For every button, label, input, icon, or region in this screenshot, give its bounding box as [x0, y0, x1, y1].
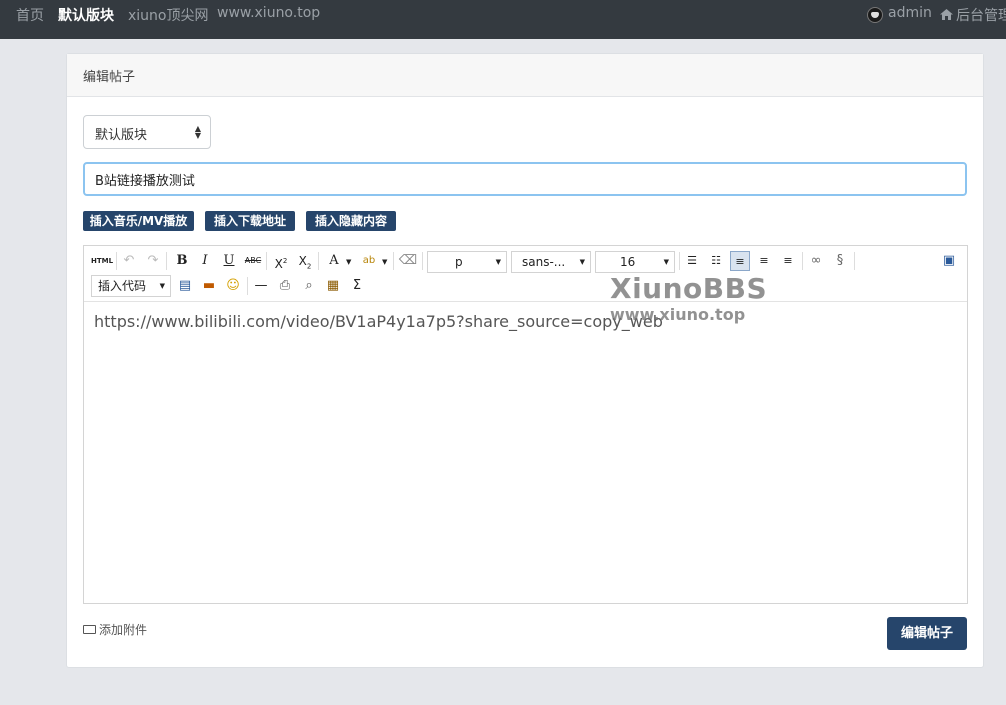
insert-hidden-button[interactable]: 插入隐藏内容 — [306, 211, 396, 231]
bold-icon[interactable]: B — [172, 251, 192, 271]
toolbar-separator — [116, 252, 117, 270]
toolbar-separator — [422, 252, 423, 270]
home-icon — [940, 8, 953, 24]
toolbar-separator — [247, 277, 248, 295]
chevron-down-icon: ▼ — [159, 282, 165, 290]
editor-content-area[interactable]: https://www.bilibili.com/video/BV1aP4y1a… — [84, 302, 967, 603]
toolbar-separator — [166, 252, 167, 270]
highlight-color-icon[interactable]: ab — [359, 251, 379, 271]
format-select[interactable]: p ▼ — [427, 251, 507, 273]
chevron-down-icon[interactable]: ▼ — [382, 258, 387, 266]
toolbar-separator — [393, 252, 394, 270]
top-navbar: 首页 默认版块 xiuno顶尖网 www.xiuno.top admin 后台管… — [0, 0, 1006, 39]
rich-text-editor: HTML ↶ ↷ B I U ABC X2 X2 A ▼ ab ▼ ⌫ p ▼ — [83, 245, 968, 604]
nav-site-link[interactable]: xiuno顶尖网 — [128, 5, 209, 25]
font-family-select[interactable]: sans-... ▼ — [511, 251, 591, 273]
nav-forum-link[interactable]: 默认版块 — [58, 5, 114, 25]
unlink-icon[interactable]: § — [830, 251, 850, 271]
toolbar-separator — [802, 252, 803, 270]
preview-icon[interactable]: ⌕ — [299, 276, 319, 296]
nav-url-link[interactable]: www.xiuno.top — [217, 5, 320, 21]
toolbar-separator — [854, 252, 855, 270]
card-header: 编辑帖子 — [67, 54, 983, 97]
link-icon[interactable]: ∞ — [806, 251, 826, 271]
underline-icon[interactable]: U — [219, 251, 239, 271]
editor-content: https://www.bilibili.com/video/BV1aP4y1a… — [94, 312, 663, 331]
insert-code-value: 插入代码 — [98, 279, 147, 293]
avatar — [867, 7, 883, 23]
paste-icon[interactable]: ▦ — [323, 276, 343, 296]
eraser-icon[interactable]: ⌫ — [398, 251, 418, 271]
video-icon[interactable]: ▤ — [175, 276, 195, 296]
page-title: 编辑帖子 — [83, 70, 136, 85]
nav-admin-link[interactable]: 后台管理 — [940, 5, 1006, 25]
redo-icon[interactable]: ↷ — [143, 251, 163, 271]
insert-music-button[interactable]: 插入音乐/MV播放 — [83, 211, 194, 231]
edit-post-card: 编辑帖子 默认版块 ▲▼ 插入音乐/MV播放 插入下载地址 插入隐藏内容 HTM… — [66, 53, 984, 668]
chevron-down-icon: ▼ — [579, 258, 585, 266]
forum-select-value: 默认版块 — [95, 128, 148, 143]
chevron-down-icon: ▼ — [495, 258, 501, 266]
toolbar-separator — [318, 252, 319, 270]
align-center-icon[interactable]: ≡ — [754, 251, 774, 271]
superscript-icon[interactable]: X2 — [271, 251, 291, 271]
toolbar-separator — [679, 252, 680, 270]
add-attachment-link[interactable]: 添加附件 — [83, 621, 147, 638]
add-attachment-label: 添加附件 — [99, 623, 148, 637]
image-icon[interactable]: ▬ — [199, 276, 219, 296]
emoticon-icon[interactable]: ☺ — [223, 276, 243, 296]
ordered-list-icon[interactable]: ☰ — [682, 251, 702, 271]
chevron-down-icon[interactable]: ▼ — [346, 258, 351, 266]
italic-icon[interactable]: I — [195, 251, 215, 271]
format-select-value: p — [455, 255, 463, 269]
font-color-icon[interactable]: A — [324, 251, 344, 271]
subject-input[interactable] — [83, 162, 967, 196]
watermark-url: www.xiuno.top — [610, 305, 746, 324]
folder-open-icon — [83, 625, 96, 634]
print-icon[interactable]: ⎙ — [275, 276, 295, 296]
strikethrough-icon[interactable]: ABC — [243, 251, 263, 271]
chevron-down-icon: ▼ — [663, 258, 669, 266]
toolbar-separator — [266, 252, 267, 270]
nav-username: admin — [888, 5, 932, 21]
align-left-icon[interactable]: ≡ — [730, 251, 750, 271]
editor-toolbar: HTML ↶ ↷ B I U ABC X2 X2 A ▼ ab ▼ ⌫ p ▼ — [84, 246, 967, 302]
fullscreen-icon[interactable]: ▣ — [939, 251, 959, 271]
watermark-logo: XiunoBBS — [610, 272, 768, 305]
align-right-icon[interactable]: ≡ — [778, 251, 798, 271]
nav-admin-label: 后台管理 — [956, 8, 1006, 24]
html-source-button[interactable]: HTML — [91, 251, 113, 271]
nav-home-link[interactable]: 首页 — [16, 5, 44, 25]
font-family-value: sans-... — [522, 255, 566, 269]
forum-select[interactable]: 默认版块 ▲ ▼ — [83, 115, 211, 149]
submit-edit-button[interactable]: 编辑帖子 — [887, 617, 967, 650]
unordered-list-icon[interactable]: ☷ — [706, 251, 726, 271]
font-size-select[interactable]: 16 ▼ — [595, 251, 675, 273]
horizontal-rule-icon[interactable]: — — [251, 276, 271, 296]
insert-code-select[interactable]: 插入代码 ▼ — [91, 275, 171, 297]
subscript-icon[interactable]: X2 — [295, 251, 315, 271]
select-arrows-icon: ▲ ▼ — [194, 124, 201, 140]
font-size-value: 16 — [620, 255, 636, 269]
formula-icon[interactable]: Σ — [347, 276, 367, 296]
insert-download-button[interactable]: 插入下载地址 — [205, 211, 295, 231]
undo-icon[interactable]: ↶ — [119, 251, 139, 271]
